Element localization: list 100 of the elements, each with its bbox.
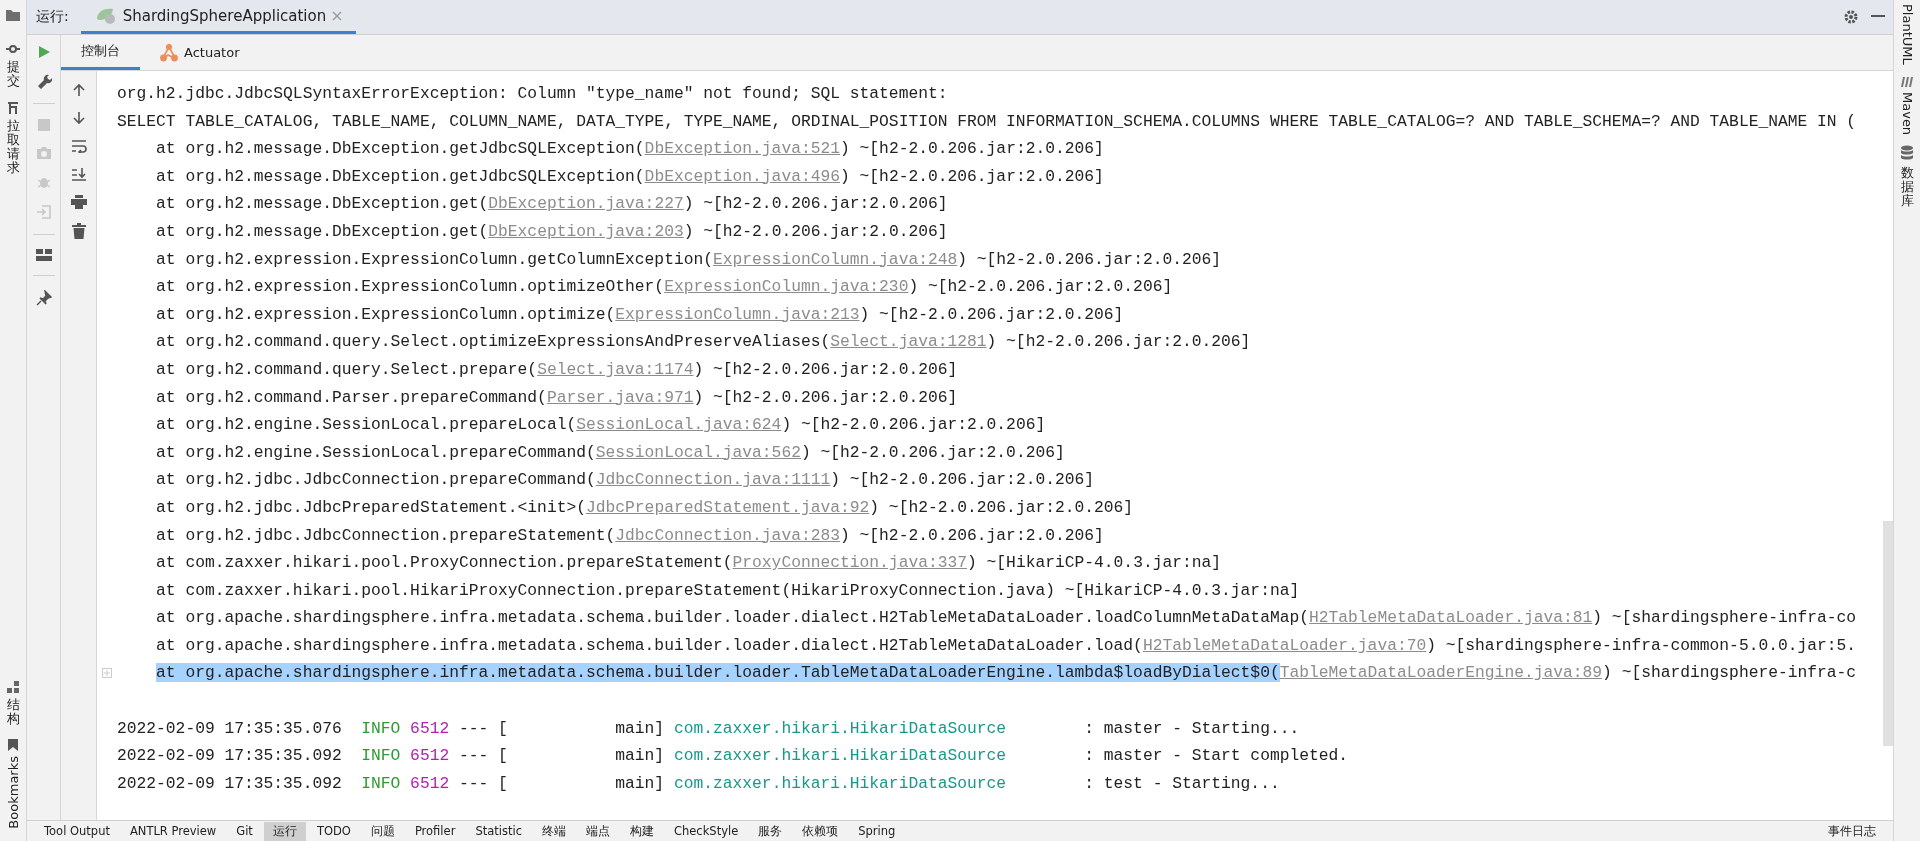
thread-name: [ main] bbox=[498, 717, 665, 740]
tool-window-button[interactable]: 依赖项 bbox=[793, 821, 848, 841]
stack-trace-text: at org.h2.jdbc.JdbcConnection.prepareCommand( bbox=[156, 470, 596, 490]
settings-icon[interactable] bbox=[1843, 9, 1859, 25]
log-timestamp: 2022-02-09 17:35:35.092 bbox=[117, 772, 342, 795]
stack-trace-text: ) ~[h2-2.0.206.jar:2.0.206] bbox=[908, 277, 1173, 297]
stack-trace-text: at org.h2.command.Parser.prepareCommand( bbox=[156, 387, 547, 407]
logger-name: com.zaxxer.hikari.HikariDataSource bbox=[673, 717, 1008, 740]
stack-trace-text: ) ~[shardingsphere-infra-common-5.0.0.jar:5. bbox=[1426, 635, 1857, 655]
log-level: INFO bbox=[361, 717, 401, 740]
tool-window-button[interactable]: Profiler bbox=[405, 821, 465, 841]
log-separator: --- bbox=[458, 772, 489, 795]
tool-window-button[interactable]: CheckStyle bbox=[664, 821, 748, 841]
process-id: 6512 bbox=[410, 717, 450, 740]
stack-trace-text: ) ~[shardingsphere-infra-c bbox=[1602, 663, 1857, 683]
stack-trace-text: at org.apache.shardingsphere.infra.metadata.schema.builder.loader.TableMetaDataLoaderEngine.lambda$loadByDialect$0( bbox=[156, 663, 1280, 683]
tool-window-button[interactable]: 结构 bbox=[6, 673, 20, 733]
tool-window-button[interactable]: 端点 bbox=[576, 821, 619, 841]
log-level: INFO bbox=[361, 772, 401, 795]
tool-window-button[interactable]: Maven bbox=[1899, 74, 1915, 135]
stack-trace-text: at org.apache.shardingsphere.infra.metadata.schema.builder.loader.dialect.H2TableMetaDataLoader.loadColumnMetaDataMap( bbox=[156, 608, 1309, 628]
spring-leaf-icon bbox=[94, 6, 117, 25]
console-text: SELECT TABLE_CATALOG, TABLE_NAME, COLUMN_NAME, DATA_TYPE, TYPE_NAME, ORDINAL_POSITION FROM INFORMATION_SCHEMA.COLUMNS WHERE TABLE_CATALOG=? AND TABLE_SCHEMA=? AND TABLE_NAME IN ( bbox=[117, 111, 1857, 131]
log-level: INFO bbox=[361, 745, 401, 768]
stack-trace-text: at org.h2.expression.ExpressionColumn.optimizeOther( bbox=[156, 277, 665, 297]
stack-trace-text: at org.h2.expression.ExpressionColumn.optimize( bbox=[156, 304, 616, 324]
up-arrow-icon[interactable] bbox=[71, 83, 86, 97]
tool-window-button[interactable]: 提交 bbox=[6, 36, 20, 95]
minimize-icon[interactable] bbox=[1871, 15, 1885, 19]
log-timestamp: 2022-02-09 17:35:35.092 bbox=[117, 745, 342, 768]
tool-window-button[interactable]: 服务 bbox=[749, 821, 792, 841]
stack-trace-text: at org.h2.message.DbException.get( bbox=[156, 194, 489, 214]
stack-trace-text: at org.apache.shardingsphere.infra.metadata.schema.builder.loader.dialect.H2TableMetaDataLoader.load( bbox=[156, 635, 1143, 655]
tool-window-button[interactable]: Spring bbox=[849, 821, 905, 841]
stack-trace-text: ) ~[HikariCP-4.0.3.jar:na] bbox=[967, 553, 1222, 573]
logger-name: com.zaxxer.hikari.HikariDataSource bbox=[673, 745, 1008, 768]
stack-trace-text: ) ~[h2-2.0.206.jar:2.0.206] bbox=[781, 415, 1046, 435]
log-separator: --- bbox=[458, 745, 489, 768]
tool-window-button[interactable]: PlantUML bbox=[1899, 4, 1915, 65]
log-separator: --- bbox=[458, 717, 489, 740]
stack-trace-text: at org.h2.engine.SessionLocal.prepareCommand( bbox=[156, 442, 596, 462]
folder-icon[interactable] bbox=[5, 8, 21, 22]
tool-window-button[interactable]: 问题 bbox=[361, 821, 404, 841]
process-id: 6512 bbox=[410, 772, 450, 795]
logger-name: com.zaxxer.hikari.HikariDataSource bbox=[673, 772, 1008, 795]
log-message: : master - Start completed. bbox=[1084, 745, 1349, 768]
stack-trace-text: ) ~[h2-2.0.206.jar:2.0.206] bbox=[840, 525, 1104, 545]
trash-icon[interactable] bbox=[71, 223, 86, 239]
stack-trace-text: ) ~[h2-2.0.206.jar:2.0.206] bbox=[840, 166, 1104, 186]
stack-trace-text: ) ~[h2-2.0.206.jar:2.0.206] bbox=[830, 470, 1095, 490]
source-link[interactable]: SessionLocal.java:624 bbox=[576, 415, 782, 435]
tool-window-button[interactable]: 运行 bbox=[263, 821, 306, 841]
tool-window-button[interactable]: Tool Output bbox=[35, 821, 119, 841]
tool-window-button[interactable]: 拉取请求 bbox=[6, 94, 20, 182]
actuator-icon bbox=[160, 43, 178, 62]
tool-window-button[interactable]: 终端 bbox=[532, 821, 575, 841]
stack-trace-text: ) ~[h2-2.0.206.jar:2.0.206] bbox=[869, 497, 1134, 517]
commit-icon bbox=[6, 42, 20, 56]
database-icon bbox=[1900, 144, 1914, 161]
stack-trace-text: ) ~[h2-2.0.206.jar:2.0.206] bbox=[683, 221, 948, 241]
stack-trace-text: at org.h2.message.DbException.get( bbox=[156, 221, 489, 241]
stack-trace-text: at com.zaxxer.hikari.pool.HikariProxyConnection.prepareStatement(HikariProxyConnection.java) ~[HikariCP-4.0.3.jar:na] bbox=[156, 580, 1300, 600]
stack-trace-text: at org.h2.message.DbException.getJdbcSQLException( bbox=[156, 166, 645, 186]
tool-window-button[interactable]: ANTLR Preview bbox=[120, 821, 226, 841]
run-label: 运行: bbox=[35, 8, 69, 26]
tool-window-button[interactable]: Git bbox=[227, 821, 262, 841]
console-tab[interactable]: Actuator bbox=[140, 35, 260, 70]
tool-window-button[interactable]: Statistic bbox=[466, 821, 531, 841]
soft-wrap-icon[interactable] bbox=[70, 139, 87, 153]
stack-trace-text: ) ~[h2-2.0.206.jar:2.0.206] bbox=[840, 139, 1104, 159]
thread-name: [ main] bbox=[498, 745, 665, 768]
stack-trace-text: at org.h2.engine.SessionLocal.prepareLocal( bbox=[156, 415, 577, 435]
pin-icon[interactable] bbox=[35, 290, 52, 306]
print-icon[interactable] bbox=[70, 195, 87, 209]
run-icon[interactable] bbox=[36, 45, 51, 59]
bookmark-icon bbox=[6, 738, 20, 753]
down-arrow-icon[interactable] bbox=[71, 111, 86, 125]
log-message: : master - Starting... bbox=[1084, 717, 1300, 740]
stack-trace-text: at org.h2.jdbc.JdbcPreparedStatement.<init>( bbox=[156, 497, 586, 517]
stack-trace-text: at org.h2.command.query.Select.optimizeExpressionsAndPreserveAliases( bbox=[156, 332, 831, 352]
log-timestamp: 2022-02-09 17:35:35.076 bbox=[117, 717, 342, 740]
scroll-to-end-icon[interactable] bbox=[70, 167, 87, 181]
console-text: org.h2.jdbc.JdbcSQLSyntaxErrorException: Column "type_name" not found; SQL statement: bbox=[117, 84, 948, 103]
scrollbar-thumb[interactable] bbox=[1883, 521, 1893, 746]
stack-trace-text: at org.h2.message.DbException.getJdbcSQLException( bbox=[156, 139, 645, 159]
process-id: 6512 bbox=[410, 745, 450, 768]
tool-window-button[interactable]: TODO bbox=[307, 821, 360, 841]
event-log-button[interactable]: 事件日志 bbox=[1819, 821, 1885, 841]
stack-trace-text: at org.h2.jdbc.JdbcConnection.prepareStatement( bbox=[156, 525, 616, 545]
stack-trace-text: ) ~[shardingsphere-infra-co bbox=[1592, 608, 1857, 628]
stack-trace-text: at com.zaxxer.hikari.pool.ProxyConnection.prepareStatement( bbox=[156, 553, 733, 573]
tool-window-button[interactable]: 构建 bbox=[620, 821, 663, 841]
structure-icon bbox=[6, 679, 20, 694]
layout-icon[interactable] bbox=[35, 249, 52, 261]
stack-trace-text: ) ~[h2-2.0.206.jar:2.0.206] bbox=[859, 304, 1124, 324]
stack-trace-text: ) ~[h2-2.0.206.jar:2.0.206] bbox=[986, 332, 1251, 352]
stack-trace-text: ) ~[h2-2.0.206.jar:2.0.206] bbox=[693, 387, 958, 407]
stack-trace-text: at org.h2.expression.ExpressionColumn.getColumnException( bbox=[156, 249, 713, 269]
tool-window-button[interactable]: 数据库 bbox=[1900, 144, 1914, 209]
tool-window-button[interactable]: Bookmarks bbox=[5, 732, 21, 835]
